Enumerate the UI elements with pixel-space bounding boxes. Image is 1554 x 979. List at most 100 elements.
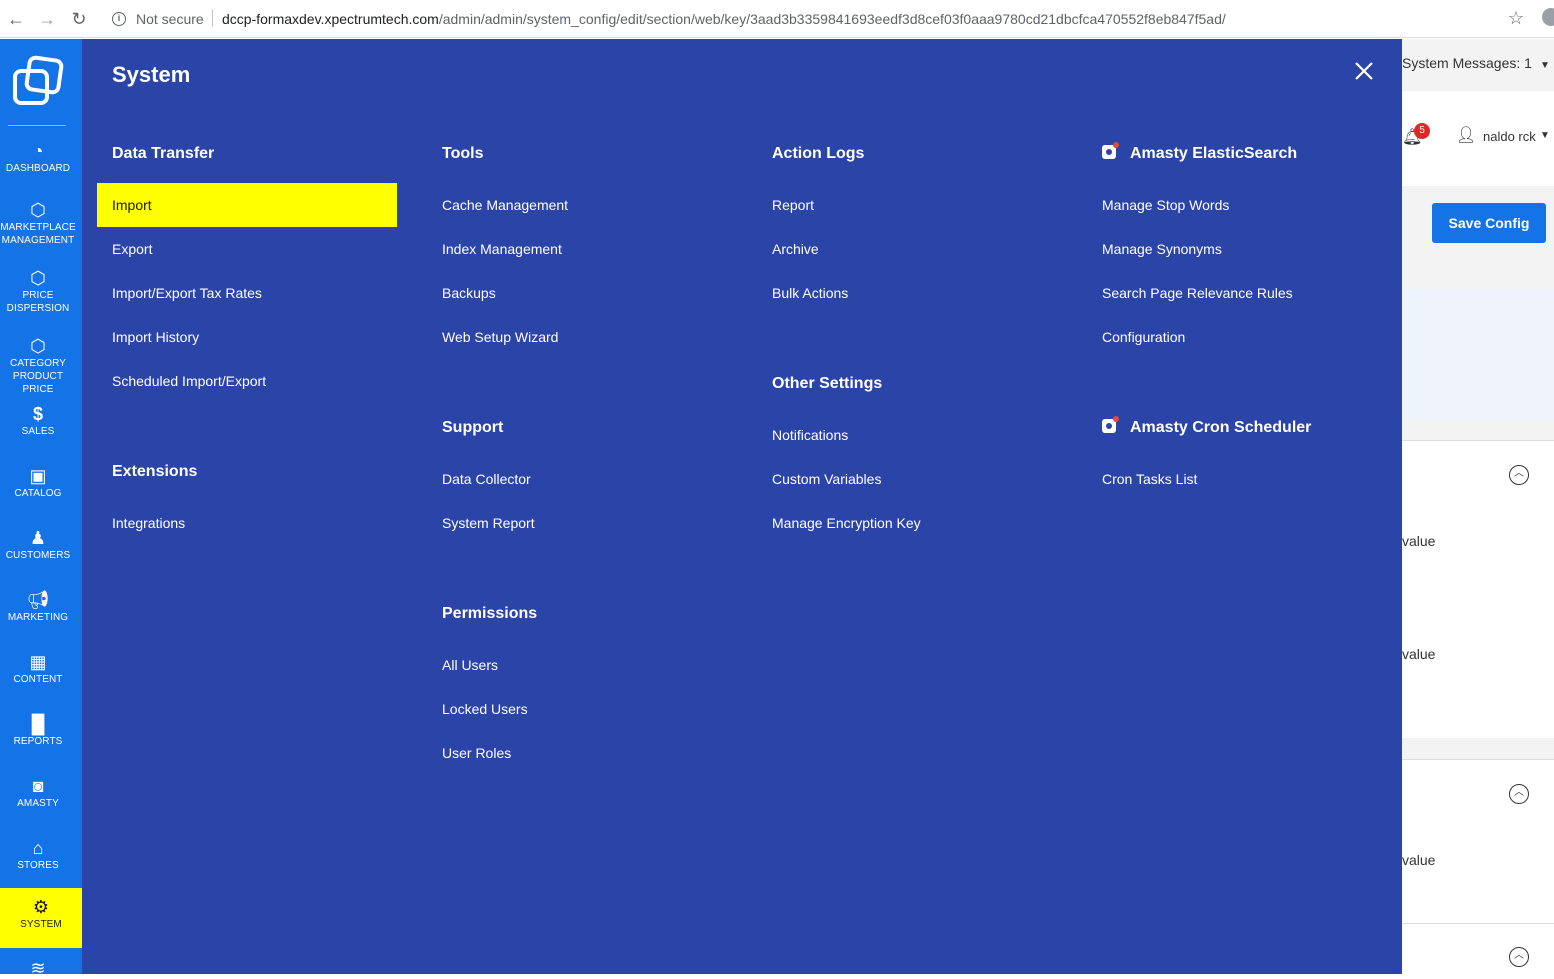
save-config-button[interactable]: Save Config — [1432, 203, 1546, 243]
address-bar[interactable]: i Not secure dccp-formaxdev.xpectrumtech… — [104, 4, 1534, 34]
flyout-title: System — [112, 62, 191, 87]
menu-item-index-management[interactable]: Index Management — [442, 241, 562, 257]
group-title-text: Amasty Cron Scheduler — [1130, 419, 1312, 436]
menu-item-cache-management[interactable]: Cache Management — [442, 197, 568, 213]
sidebar-item-customers[interactable]: ♟ CUSTOMERS — [0, 527, 76, 562]
info-icon[interactable]: i — [112, 12, 126, 26]
menu-item-custom-variables[interactable]: Custom Variables — [772, 471, 881, 487]
system-messages[interactable]: System Messages: 1 ▼ — [1402, 55, 1550, 71]
storefront-icon: ⌂ — [32, 838, 44, 858]
system-messages-label: System Messages: 1 — [1402, 55, 1532, 71]
bookmark-star-icon[interactable]: ☆ — [1508, 8, 1524, 29]
menu-item-integrations[interactable]: Integrations — [112, 515, 185, 531]
sidebar-item-system[interactable]: ⚙ SYSTEM — [0, 888, 82, 948]
sidebar-item-reports[interactable]: ▐▌ REPORTS — [0, 713, 76, 748]
system-menu-flyout: System Data Transfer Import Export Impor… — [82, 39, 1402, 974]
group-title-permissions: Permissions — [442, 605, 538, 622]
amasty-icon: ◙ — [32, 776, 44, 796]
config-section: ︿ value — [1402, 759, 1554, 929]
sidebar-item-dashboard[interactable]: ◔ DASHBOARD — [0, 140, 76, 175]
megaphone-icon: 📢︎ — [26, 590, 50, 610]
sidebar-item-label: PRICE DISPERSION — [6, 290, 70, 314]
menu-item-export[interactable]: Export — [112, 241, 152, 257]
logo-divider — [8, 125, 66, 126]
group-title-text: Amasty ElasticSearch — [1130, 145, 1298, 162]
sidebar-item-label: MARKETPLACE MANAGEMENT — [0, 222, 76, 246]
amasty-icon — [1102, 142, 1119, 159]
user-name[interactable]: naldo rck — [1483, 129, 1536, 144]
menu-item-system-report[interactable]: System Report — [442, 515, 535, 531]
menu-item-manage-synonyms[interactable]: Manage Synonyms — [1102, 241, 1222, 257]
sidebar-item-price-dispersion[interactable]: ⬡ PRICE DISPERSION — [0, 267, 76, 315]
layout-icon: ▦ — [29, 652, 47, 672]
chevron-up-icon[interactable]: ︿ — [1509, 784, 1529, 804]
field-value: value — [1402, 646, 1436, 662]
caret-down-icon[interactable]: ▼ — [1540, 130, 1550, 141]
chevron-up-icon[interactable]: ︿ — [1509, 947, 1529, 967]
sidebar-item-label: STORES — [17, 860, 59, 871]
sidebar-item-marketplace-management[interactable]: ⬡ MARKETPLACE MANAGEMENT — [0, 199, 76, 247]
sidebar-item-stores[interactable]: ⌂ STORES — [0, 837, 76, 872]
layers-icon: ≋ — [30, 958, 46, 978]
url-text[interactable]: dccp-formaxdev.xpectrumtech.com/admin/ad… — [222, 11, 1226, 27]
menu-item-cron-tasks-list[interactable]: Cron Tasks List — [1102, 471, 1197, 487]
menu-item-user-roles[interactable]: User Roles — [442, 745, 511, 761]
menu-item-configuration[interactable]: Configuration — [1102, 329, 1185, 345]
hexagon-icon: ⬡ — [30, 268, 46, 288]
hexagon-icon: ⬡ — [30, 336, 46, 356]
person-icon: ♟ — [29, 528, 47, 548]
sidebar-item-label: SALES — [21, 426, 55, 437]
menu-item-import-history[interactable]: Import History — [112, 329, 199, 345]
sidebar-item-category-product-price[interactable]: ⬡ CATEGORY PRODUCT PRICE — [0, 335, 76, 396]
profile-avatar[interactable] — [1542, 8, 1554, 26]
menu-item-search-page-relevance-rules[interactable]: Search Page Relevance Rules — [1102, 285, 1293, 301]
menu-item-web-setup-wizard[interactable]: Web Setup Wizard — [442, 329, 558, 345]
menu-item-import[interactable]: Import — [97, 183, 397, 227]
reload-icon[interactable]: ↻ — [68, 8, 90, 30]
sidebar-item-content[interactable]: ▦ CONTENT — [0, 651, 76, 686]
admin-sidebar: ◔ DASHBOARD ⬡ MARKETPLACE MANAGEMENT ⬡ P… — [0, 39, 82, 978]
menu-item-manage-stop-words[interactable]: Manage Stop Words — [1102, 197, 1229, 213]
sidebar-item-label: REPORTS — [13, 736, 63, 747]
config-section: ︿ — [1402, 923, 1554, 974]
dollar-icon: $ — [32, 404, 43, 424]
sidebar-item-sales[interactable]: $ SALES — [0, 403, 76, 438]
address-separator — [212, 9, 213, 27]
sidebar-item-catalog[interactable]: ▣ CATALOG — [0, 465, 76, 500]
group-title-tools: Tools — [442, 145, 484, 162]
menu-item-locked-users[interactable]: Locked Users — [442, 701, 528, 717]
menu-item-data-collector[interactable]: Data Collector — [442, 471, 531, 487]
notification-badge: 5 — [1414, 123, 1430, 139]
caret-down-icon: ▼ — [1539, 60, 1550, 71]
menu-item-report[interactable]: Report — [772, 197, 814, 213]
dashboard-icon: ◔ — [32, 141, 44, 161]
menu-item-notifications[interactable]: Notifications — [772, 427, 848, 443]
sidebar-item-label: AMASTY — [17, 798, 59, 809]
sidebar-item-amasty[interactable]: ◙ AMASTY — [0, 775, 76, 810]
forward-arrow-icon[interactable]: → — [36, 8, 58, 30]
sidebar-item-label: CONTENT — [13, 674, 63, 685]
menu-item-all-users[interactable]: All Users — [442, 657, 498, 673]
field-value: value — [1402, 533, 1436, 549]
back-arrow-icon[interactable]: ← — [5, 8, 27, 30]
menu-item-scheduled-import-export[interactable]: Scheduled Import/Export — [112, 373, 266, 389]
menu-item-import-export-tax-rates[interactable]: Import/Export Tax Rates — [112, 285, 262, 301]
group-title-action-logs: Action Logs — [772, 145, 865, 162]
group-title-amasty-elasticsearch: Amasty ElasticSearch — [1102, 142, 1298, 163]
chevron-up-icon[interactable]: ︿ — [1509, 465, 1529, 485]
group-title-data-transfer: Data Transfer — [112, 145, 215, 162]
user-icon[interactable]: 👤︎ — [1456, 125, 1476, 145]
menu-item-bulk-actions[interactable]: Bulk Actions — [772, 285, 848, 301]
sidebar-item-label: SYSTEM — [20, 919, 62, 930]
menu-item-archive[interactable]: Archive — [772, 241, 819, 257]
sidebar-item-marketing[interactable]: 📢︎ MARKETING — [0, 589, 76, 624]
browser-toolbar: ← → ↻ i Not secure dccp-formaxdev.xpectr… — [0, 0, 1554, 38]
box-icon: ▣ — [29, 466, 47, 486]
menu-item-manage-encryption-key[interactable]: Manage Encryption Key — [772, 515, 921, 531]
sidebar-item-more[interactable]: ≋ — [0, 957, 76, 979]
field-value: value — [1402, 852, 1436, 868]
group-title-other-settings: Other Settings — [772, 375, 883, 392]
menu-item-backups[interactable]: Backups — [442, 285, 496, 301]
magento-logo[interactable] — [12, 55, 64, 111]
close-icon[interactable] — [1352, 59, 1376, 83]
